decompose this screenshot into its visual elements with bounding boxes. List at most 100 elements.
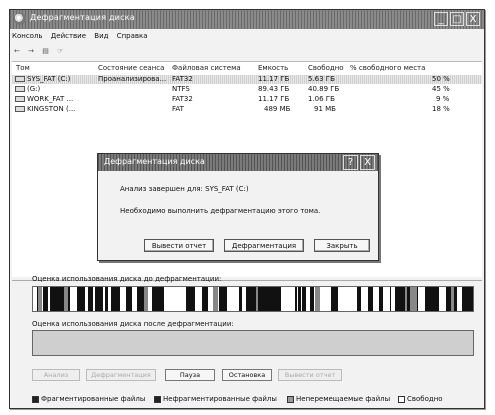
view-report-dialog-button[interactable]: Вывести отчет — [144, 239, 214, 252]
col-volume[interactable]: Том — [16, 64, 30, 72]
usage-stripe — [115, 287, 120, 311]
defrag-window: Дефрагментация диска _ □ X Консоль Дейст… — [9, 9, 485, 409]
usage-stripe — [390, 287, 391, 311]
usage-stripe — [68, 287, 70, 311]
usage-stripe — [302, 287, 306, 311]
after-analysis-label: Оценка использования диска после дефрагм… — [32, 320, 234, 328]
usage-stripe — [99, 287, 103, 311]
usage-stripe — [203, 287, 208, 311]
menu-help[interactable]: Справка — [117, 32, 148, 40]
usage-stripe — [295, 287, 297, 311]
help-button[interactable]: ? — [343, 155, 358, 170]
menu-action[interactable]: Действие — [51, 32, 86, 40]
usage-stripe — [331, 287, 338, 311]
maximize-button[interactable]: □ — [450, 12, 464, 26]
volume-percent: 9 % — [436, 95, 450, 103]
dialog-title: Дефрагментация диска — [104, 157, 205, 166]
col-percent-free[interactable]: % свободного места — [350, 64, 425, 72]
drive-icon — [15, 86, 25, 92]
usage-stripe — [213, 287, 218, 311]
volume-percent: 50 % — [432, 75, 450, 83]
analysis-complete-dialog: Дефрагментация диска ? X Анализ завершен… — [97, 153, 379, 261]
usage-stripe — [88, 287, 93, 311]
volume-capacity: 11.17 ГБ — [258, 95, 290, 103]
menu-view[interactable]: Вид — [94, 32, 108, 40]
pause-button[interactable]: Пауза — [165, 369, 215, 381]
drive-icon — [15, 76, 25, 82]
volume-free: 5.63 ГБ — [308, 75, 335, 83]
volume-row[interactable]: (G:) NTFS 89.43 ГБ 40.89 ГБ 45 % — [12, 85, 482, 94]
view-report-button[interactable]: Вывести отчет — [278, 369, 342, 381]
forward-icon[interactable]: → — [28, 47, 34, 55]
fragmented-swatch — [32, 395, 39, 403]
volume-free: 91 МБ — [314, 105, 336, 113]
volume-row[interactable]: SYS_FAT (C:) Проанализирова... FAT32 11.… — [12, 75, 482, 84]
defragment-button[interactable]: Дефрагментация — [86, 369, 156, 381]
usage-stripe — [472, 287, 473, 311]
legend-unfragmented: Нефрагментированные файлы — [154, 395, 277, 403]
usage-stripe — [277, 287, 281, 311]
back-icon[interactable]: ← — [14, 47, 20, 55]
volume-name: (G:) — [27, 85, 41, 93]
recommendation-text: Необходимо выполнить дефрагментацию этог… — [120, 207, 321, 215]
usage-stripe — [78, 287, 85, 311]
volume-fs: FAT — [172, 105, 184, 113]
volume-row[interactable]: KINGSTON (... FAT 489 МБ 91 МБ 18 % — [12, 105, 482, 114]
before-analysis-label: Оценка использования диска до дефрагмент… — [32, 275, 222, 283]
legend-fragmented: Фрагментированные файлы — [32, 395, 145, 403]
col-capacity[interactable]: Емкость — [258, 64, 288, 72]
volume-capacity: 89.43 ГБ — [258, 85, 290, 93]
volume-free: 1.06 ГБ — [308, 95, 335, 103]
col-session-state[interactable]: Состояние сеанса — [98, 64, 164, 72]
menu-bar: Консоль Действие Вид Справка — [12, 32, 154, 43]
help-pointer-icon[interactable]: ☞ — [57, 47, 63, 55]
after-usage-bar — [32, 330, 474, 356]
unmovable-swatch — [287, 395, 294, 403]
usage-stripe — [357, 287, 361, 311]
unfragmented-swatch — [154, 395, 161, 403]
volume-name: SYS_FAT (C:) — [27, 75, 71, 83]
minimize-button[interactable]: _ — [434, 12, 448, 26]
usage-stripe — [137, 287, 144, 311]
usage-stripe — [368, 287, 373, 311]
app-icon — [14, 13, 26, 25]
title-bar[interactable]: Дефрагментация диска _ □ X — [10, 10, 484, 29]
legend-unmovable: Неперемещаемые файлы — [287, 395, 390, 403]
volume-percent: 18 % — [432, 105, 450, 113]
usage-stripe — [219, 287, 226, 311]
close-dialog-button[interactable]: Закрыть — [314, 239, 370, 252]
usage-stripe — [105, 287, 108, 311]
usage-stripe — [462, 287, 469, 311]
analyze-button[interactable]: Анализ — [32, 369, 80, 381]
defragment-dialog-button[interactable]: Дефрагментация — [224, 239, 304, 252]
close-button[interactable]: X — [466, 12, 480, 26]
usage-stripe — [193, 287, 195, 311]
properties-icon[interactable]: ▤ — [42, 47, 49, 55]
volume-fs: FAT32 — [172, 75, 193, 83]
usage-stripe — [299, 287, 301, 311]
drive-icon — [15, 96, 25, 102]
legend: Фрагментированные файлы Нефрагментирован… — [32, 395, 482, 405]
analysis-complete-text: Анализ завершен для: SYS_FAT (C:) — [120, 185, 249, 193]
usage-stripe — [417, 287, 418, 311]
volume-capacity: 489 МБ — [264, 105, 291, 113]
dialog-title-bar[interactable]: Дефрагментация диска ? X — [98, 154, 378, 171]
stop-button[interactable]: Остановка — [222, 369, 272, 381]
volume-name: KINGSTON (... — [27, 105, 76, 113]
volume-capacity: 11.17 ГБ — [258, 75, 290, 83]
window-title: Дефрагментация диска — [30, 13, 135, 22]
usage-stripe — [158, 287, 164, 311]
before-usage-bar — [32, 286, 474, 312]
usage-stripe — [43, 287, 48, 311]
col-filesystem[interactable]: Файловая система — [172, 64, 241, 72]
dialog-close-button[interactable]: X — [360, 155, 375, 170]
col-free[interactable]: Свободно — [308, 64, 344, 72]
volume-name: WORK_FAT ... — [27, 95, 74, 103]
menu-console[interactable]: Консоль — [12, 32, 43, 40]
usage-stripe — [454, 287, 457, 311]
usage-stripe — [315, 287, 320, 311]
volume-row[interactable]: WORK_FAT ... FAT32 11.17 ГБ 1.06 ГБ 9 % — [12, 95, 482, 104]
legend-free: Свободно — [398, 395, 443, 403]
usage-stripe — [241, 287, 242, 311]
usage-stripe — [144, 287, 148, 311]
